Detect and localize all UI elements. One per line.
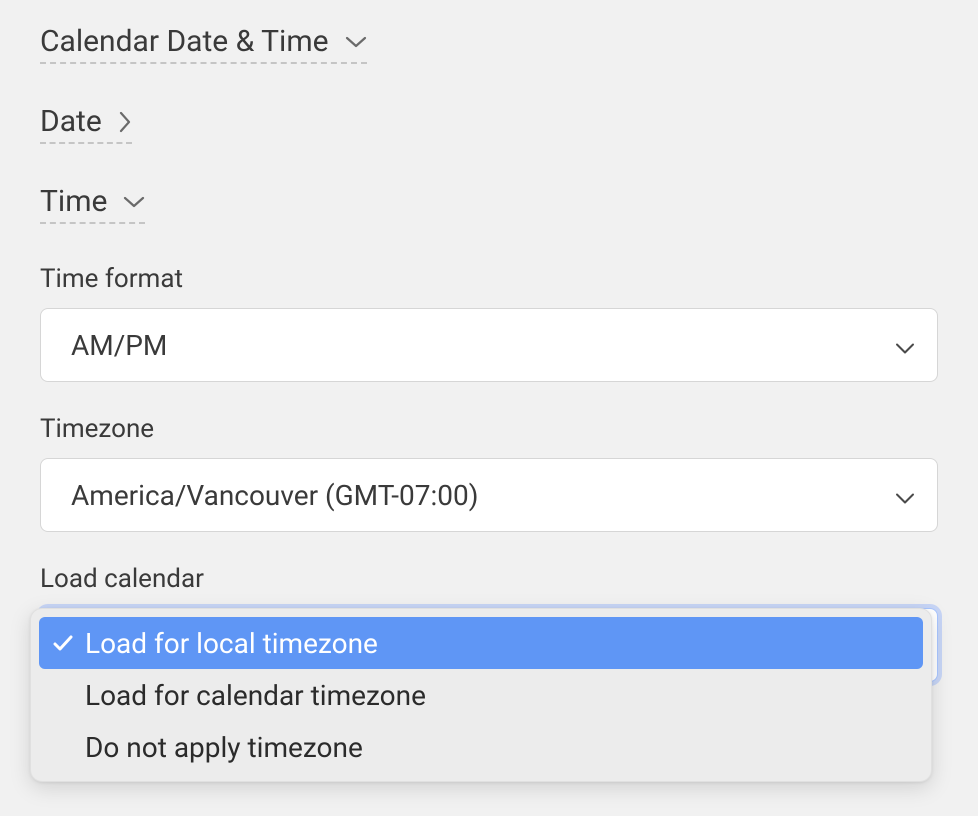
section-label: Time	[40, 184, 107, 220]
section-date[interactable]: Date	[40, 104, 132, 144]
timezone-value: America/Vancouver (GMT-07:00)	[71, 479, 478, 512]
section-time[interactable]: Time	[40, 184, 145, 224]
dropdown-option-label: Load for calendar timezone	[85, 679, 426, 712]
chevron-down-icon	[895, 329, 915, 362]
load-calendar-dropdown: Load for local timezone Load for calenda…	[30, 608, 932, 782]
dropdown-option-label: Load for local timezone	[85, 627, 378, 660]
time-format-value: AM/PM	[71, 329, 167, 362]
chevron-down-icon	[123, 195, 145, 209]
time-format-select[interactable]: AM/PM	[40, 308, 938, 382]
section-label: Calendar Date & Time	[40, 24, 329, 60]
dropdown-option-calendar-timezone[interactable]: Load for calendar timezone	[39, 669, 923, 721]
chevron-down-icon	[895, 479, 915, 512]
time-format-label: Time format	[40, 264, 938, 294]
timezone-select[interactable]: America/Vancouver (GMT-07:00)	[40, 458, 938, 532]
dropdown-option-label: Do not apply timezone	[85, 731, 363, 764]
section-label: Date	[40, 104, 102, 140]
timezone-label: Timezone	[40, 414, 938, 444]
section-calendar-date-time[interactable]: Calendar Date & Time	[40, 24, 367, 64]
dropdown-option-local-timezone[interactable]: Load for local timezone	[39, 617, 923, 669]
load-calendar-label: Load calendar	[40, 564, 938, 594]
chevron-down-icon	[345, 35, 367, 49]
dropdown-option-no-timezone[interactable]: Do not apply timezone	[39, 721, 923, 773]
chevron-right-icon	[118, 111, 132, 133]
check-icon	[53, 634, 85, 652]
